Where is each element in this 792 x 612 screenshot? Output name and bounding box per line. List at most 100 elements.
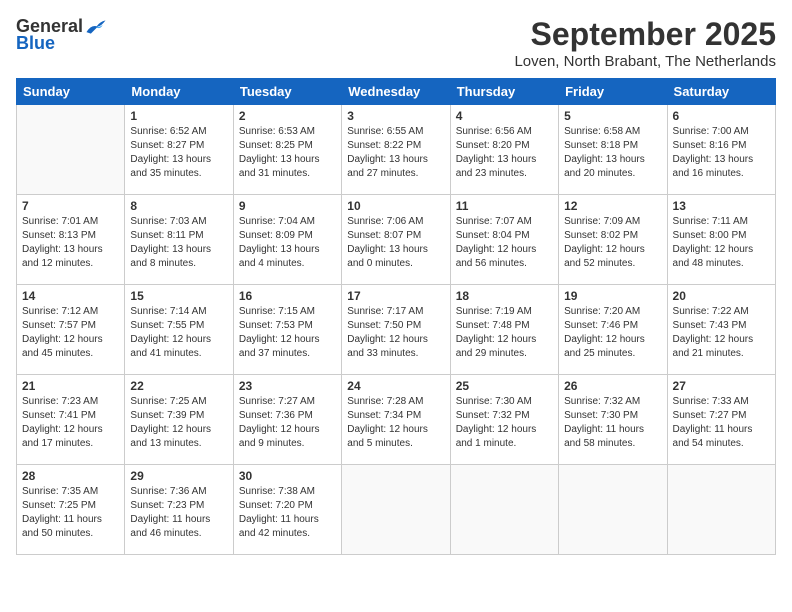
day-info: Sunrise: 6:58 AM Sunset: 8:18 PM Dayligh… [564, 125, 661, 181]
calendar-cell: 6 Sunrise: 7:00 AM Sunset: 8:16 PM Daylig… [667, 105, 775, 195]
day-info: Sunrise: 6:55 AM Sunset: 8:22 PM Dayligh… [347, 125, 444, 181]
day-info: Sunrise: 7:38 AM Sunset: 7:20 PM Dayligh… [239, 485, 336, 541]
day-info: Sunrise: 7:03 AM Sunset: 8:11 PM Dayligh… [130, 215, 227, 271]
week-row-3: 14 Sunrise: 7:12 AM Sunset: 7:57 PM Dayli… [17, 285, 776, 375]
calendar-cell: 30Sunrise: 7:38 AM Sunset: 7:20 PM Dayli… [233, 465, 341, 555]
calendar-cell: 29Sunrise: 7:36 AM Sunset: 7:23 PM Dayli… [125, 465, 233, 555]
day-info: Sunrise: 7:07 AM Sunset: 8:04 PM Dayligh… [456, 215, 553, 271]
calendar-cell [342, 465, 450, 555]
day-info: Sunrise: 7:25 AM Sunset: 7:39 PM Dayligh… [130, 395, 227, 451]
day-number: 7 [22, 199, 119, 213]
calendar-cell: 15 Sunrise: 7:14 AM Sunset: 7:55 PM Dayli… [125, 285, 233, 375]
day-number: 21 [22, 379, 119, 393]
day-number: 23 [239, 379, 336, 393]
calendar-cell: 7 Sunrise: 7:01 AM Sunset: 8:13 PM Daylig… [17, 195, 125, 285]
day-info: Sunrise: 7:23 AM Sunset: 7:41 PM Dayligh… [22, 395, 119, 451]
day-info: Sunrise: 7:33 AM Sunset: 7:27 PM Dayligh… [673, 395, 770, 451]
calendar-cell: 2 Sunrise: 6:53 AM Sunset: 8:25 PM Daylig… [233, 105, 341, 195]
day-info: Sunrise: 7:12 AM Sunset: 7:57 PM Dayligh… [22, 305, 119, 361]
calendar-cell: 22 Sunrise: 7:25 AM Sunset: 7:39 PM Dayli… [125, 375, 233, 465]
day-number: 28 [22, 469, 119, 483]
week-row-2: 7 Sunrise: 7:01 AM Sunset: 8:13 PM Daylig… [17, 195, 776, 285]
day-info: Sunrise: 7:01 AM Sunset: 8:13 PM Dayligh… [22, 215, 119, 271]
calendar-cell: 25Sunrise: 7:30 AM Sunset: 7:32 PM Dayli… [450, 375, 558, 465]
week-row-1: 1 Sunrise: 6:52 AM Sunset: 8:27 PM Daylig… [17, 105, 776, 195]
day-number: 19 [564, 289, 661, 303]
title-area: September 2025 Loven, North Brabant, The… [514, 16, 776, 70]
calendar-cell: 8 Sunrise: 7:03 AM Sunset: 8:11 PM Daylig… [125, 195, 233, 285]
day-info: Sunrise: 7:00 AM Sunset: 8:16 PM Dayligh… [673, 125, 770, 181]
day-number: 18 [456, 289, 553, 303]
calendar-cell: 9Sunrise: 7:04 AM Sunset: 8:09 PM Daylig… [233, 195, 341, 285]
day-info: Sunrise: 6:56 AM Sunset: 8:20 PM Dayligh… [456, 125, 553, 181]
day-info: Sunrise: 7:32 AM Sunset: 7:30 PM Dayligh… [564, 395, 661, 451]
calendar-cell: 16 Sunrise: 7:15 AM Sunset: 7:53 PM Dayli… [233, 285, 341, 375]
calendar-cell: 18 Sunrise: 7:19 AM Sunset: 7:48 PM Dayli… [450, 285, 558, 375]
calendar-cell: 1 Sunrise: 6:52 AM Sunset: 8:27 PM Daylig… [125, 105, 233, 195]
weekday-header-monday: Monday [125, 79, 233, 105]
calendar-cell: 5Sunrise: 6:58 AM Sunset: 8:18 PM Daylig… [559, 105, 667, 195]
weekday-header-tuesday: Tuesday [233, 79, 341, 105]
day-number: 2 [239, 109, 336, 123]
day-info: Sunrise: 7:14 AM Sunset: 7:55 PM Dayligh… [130, 305, 227, 361]
calendar-cell: 11 Sunrise: 7:07 AM Sunset: 8:04 PM Dayli… [450, 195, 558, 285]
calendar-cell: 4 Sunrise: 6:56 AM Sunset: 8:20 PM Daylig… [450, 105, 558, 195]
day-info: Sunrise: 7:15 AM Sunset: 7:53 PM Dayligh… [239, 305, 336, 361]
day-number: 1 [130, 109, 227, 123]
day-number: 13 [673, 199, 770, 213]
calendar-cell: 12 Sunrise: 7:09 AM Sunset: 8:02 PM Dayli… [559, 195, 667, 285]
day-number: 24 [347, 379, 444, 393]
weekday-header-wednesday: Wednesday [342, 79, 450, 105]
weekday-header-friday: Friday [559, 79, 667, 105]
location-title: Loven, North Brabant, The Netherlands [514, 53, 776, 70]
day-number: 4 [456, 109, 553, 123]
calendar-cell: 19 Sunrise: 7:20 AM Sunset: 7:46 PM Dayli… [559, 285, 667, 375]
day-number: 14 [22, 289, 119, 303]
day-info: Sunrise: 7:22 AM Sunset: 7:43 PM Dayligh… [673, 305, 770, 361]
page-header: General Blue September 2025 Loven, North… [16, 16, 776, 70]
day-info: Sunrise: 7:11 AM Sunset: 8:00 PM Dayligh… [673, 215, 770, 271]
day-number: 10 [347, 199, 444, 213]
day-info: Sunrise: 7:09 AM Sunset: 8:02 PM Dayligh… [564, 215, 661, 271]
calendar-cell: 28 Sunrise: 7:35 AM Sunset: 7:25 PM Dayli… [17, 465, 125, 555]
day-info: Sunrise: 7:06 AM Sunset: 8:07 PM Dayligh… [347, 215, 444, 271]
week-row-5: 28 Sunrise: 7:35 AM Sunset: 7:25 PM Dayli… [17, 465, 776, 555]
calendar-cell: 17Sunrise: 7:17 AM Sunset: 7:50 PM Dayli… [342, 285, 450, 375]
day-number: 11 [456, 199, 553, 213]
calendar-cell: 26Sunrise: 7:32 AM Sunset: 7:30 PM Dayli… [559, 375, 667, 465]
day-info: Sunrise: 6:52 AM Sunset: 8:27 PM Dayligh… [130, 125, 227, 181]
calendar-cell: 27 Sunrise: 7:33 AM Sunset: 7:27 PM Dayli… [667, 375, 775, 465]
day-number: 16 [239, 289, 336, 303]
logo-blue-text: Blue [16, 33, 55, 54]
calendar-cell: 23Sunrise: 7:27 AM Sunset: 7:36 PM Dayli… [233, 375, 341, 465]
weekday-header-thursday: Thursday [450, 79, 558, 105]
day-number: 29 [130, 469, 227, 483]
weekday-header-sunday: Sunday [17, 79, 125, 105]
day-number: 27 [673, 379, 770, 393]
day-info: Sunrise: 7:20 AM Sunset: 7:46 PM Dayligh… [564, 305, 661, 361]
day-number: 6 [673, 109, 770, 123]
calendar-cell [667, 465, 775, 555]
day-number: 12 [564, 199, 661, 213]
calendar-cell: 24 Sunrise: 7:28 AM Sunset: 7:34 PM Dayli… [342, 375, 450, 465]
calendar-cell: 14 Sunrise: 7:12 AM Sunset: 7:57 PM Dayli… [17, 285, 125, 375]
day-number: 25 [456, 379, 553, 393]
calendar-cell [17, 105, 125, 195]
calendar-cell: 13 Sunrise: 7:11 AM Sunset: 8:00 PM Dayli… [667, 195, 775, 285]
day-number: 17 [347, 289, 444, 303]
day-number: 3 [347, 109, 444, 123]
day-info: Sunrise: 6:53 AM Sunset: 8:25 PM Dayligh… [239, 125, 336, 181]
day-number: 8 [130, 199, 227, 213]
day-info: Sunrise: 7:28 AM Sunset: 7:34 PM Dayligh… [347, 395, 444, 451]
month-title: September 2025 [514, 16, 776, 53]
weekday-header-row: SundayMondayTuesdayWednesdayThursdayFrid… [17, 79, 776, 105]
day-info: Sunrise: 7:19 AM Sunset: 7:48 PM Dayligh… [456, 305, 553, 361]
logo: General Blue [16, 16, 107, 54]
calendar-cell: 3 Sunrise: 6:55 AM Sunset: 8:22 PM Daylig… [342, 105, 450, 195]
day-number: 15 [130, 289, 227, 303]
logo-bird-icon [85, 18, 107, 36]
day-number: 22 [130, 379, 227, 393]
day-info: Sunrise: 7:35 AM Sunset: 7:25 PM Dayligh… [22, 485, 119, 541]
day-info: Sunrise: 7:04 AM Sunset: 8:09 PM Dayligh… [239, 215, 336, 271]
calendar-cell [559, 465, 667, 555]
